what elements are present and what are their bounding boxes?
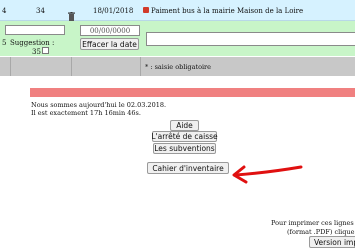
edit-row-number: 5 <box>2 39 7 47</box>
data-row-4: 4 34 18/01/2018 Paiment bus à la mairie … <box>0 0 355 21</box>
print-version-button[interactable]: Version impri <box>309 236 355 248</box>
row-qty: 34 <box>36 7 45 15</box>
row-date: 18/01/2018 <box>93 7 134 15</box>
time-text: Il est exactement 17h 16min 46s. <box>31 109 141 117</box>
help-button[interactable]: Aide <box>170 120 199 131</box>
edit-row: 5 Suggestion : 35 00/00/0000 Effacer la … <box>0 21 355 56</box>
arrow-annotation <box>232 165 303 184</box>
expense-icon <box>143 7 149 13</box>
qty-field[interactable] <box>5 25 65 35</box>
today-text: Nous sommes aujourd'hui le 02.03.2018. <box>31 101 167 109</box>
cash-closing-button[interactable]: L'arrêté de caisse <box>151 131 218 142</box>
required-note-bar: * : saisie obligatoire <box>0 57 355 76</box>
description-field[interactable] <box>146 32 355 46</box>
suggestion-label: Suggestion : <box>10 39 55 47</box>
print-text-line2: (format .PDF) clique s <box>287 228 355 236</box>
suggestion-value: 35 <box>32 48 41 56</box>
grid-line <box>10 57 11 76</box>
trash-icon[interactable] <box>68 6 75 21</box>
grid-line <box>71 57 72 76</box>
red-bar <box>30 88 355 97</box>
date-field[interactable]: 00/00/0000 <box>80 25 140 36</box>
suggestion-checkbox[interactable] <box>42 47 49 54</box>
required-note: * : saisie obligatoire <box>145 63 212 71</box>
clear-date-button[interactable]: Effacer la date <box>80 38 139 50</box>
row-description: Paiment bus à la mairie Maison de la Loi… <box>151 7 304 15</box>
row-number: 4 <box>2 7 7 15</box>
subsidies-button[interactable]: Les subventions <box>153 143 216 154</box>
date-placeholder: 00/00/0000 <box>89 26 131 35</box>
print-text-line1: Pour imprimer ces lignes d'é <box>271 219 355 227</box>
inventory-book-button[interactable]: Cahier d'inventaire <box>147 162 229 174</box>
grid-line <box>140 57 141 76</box>
